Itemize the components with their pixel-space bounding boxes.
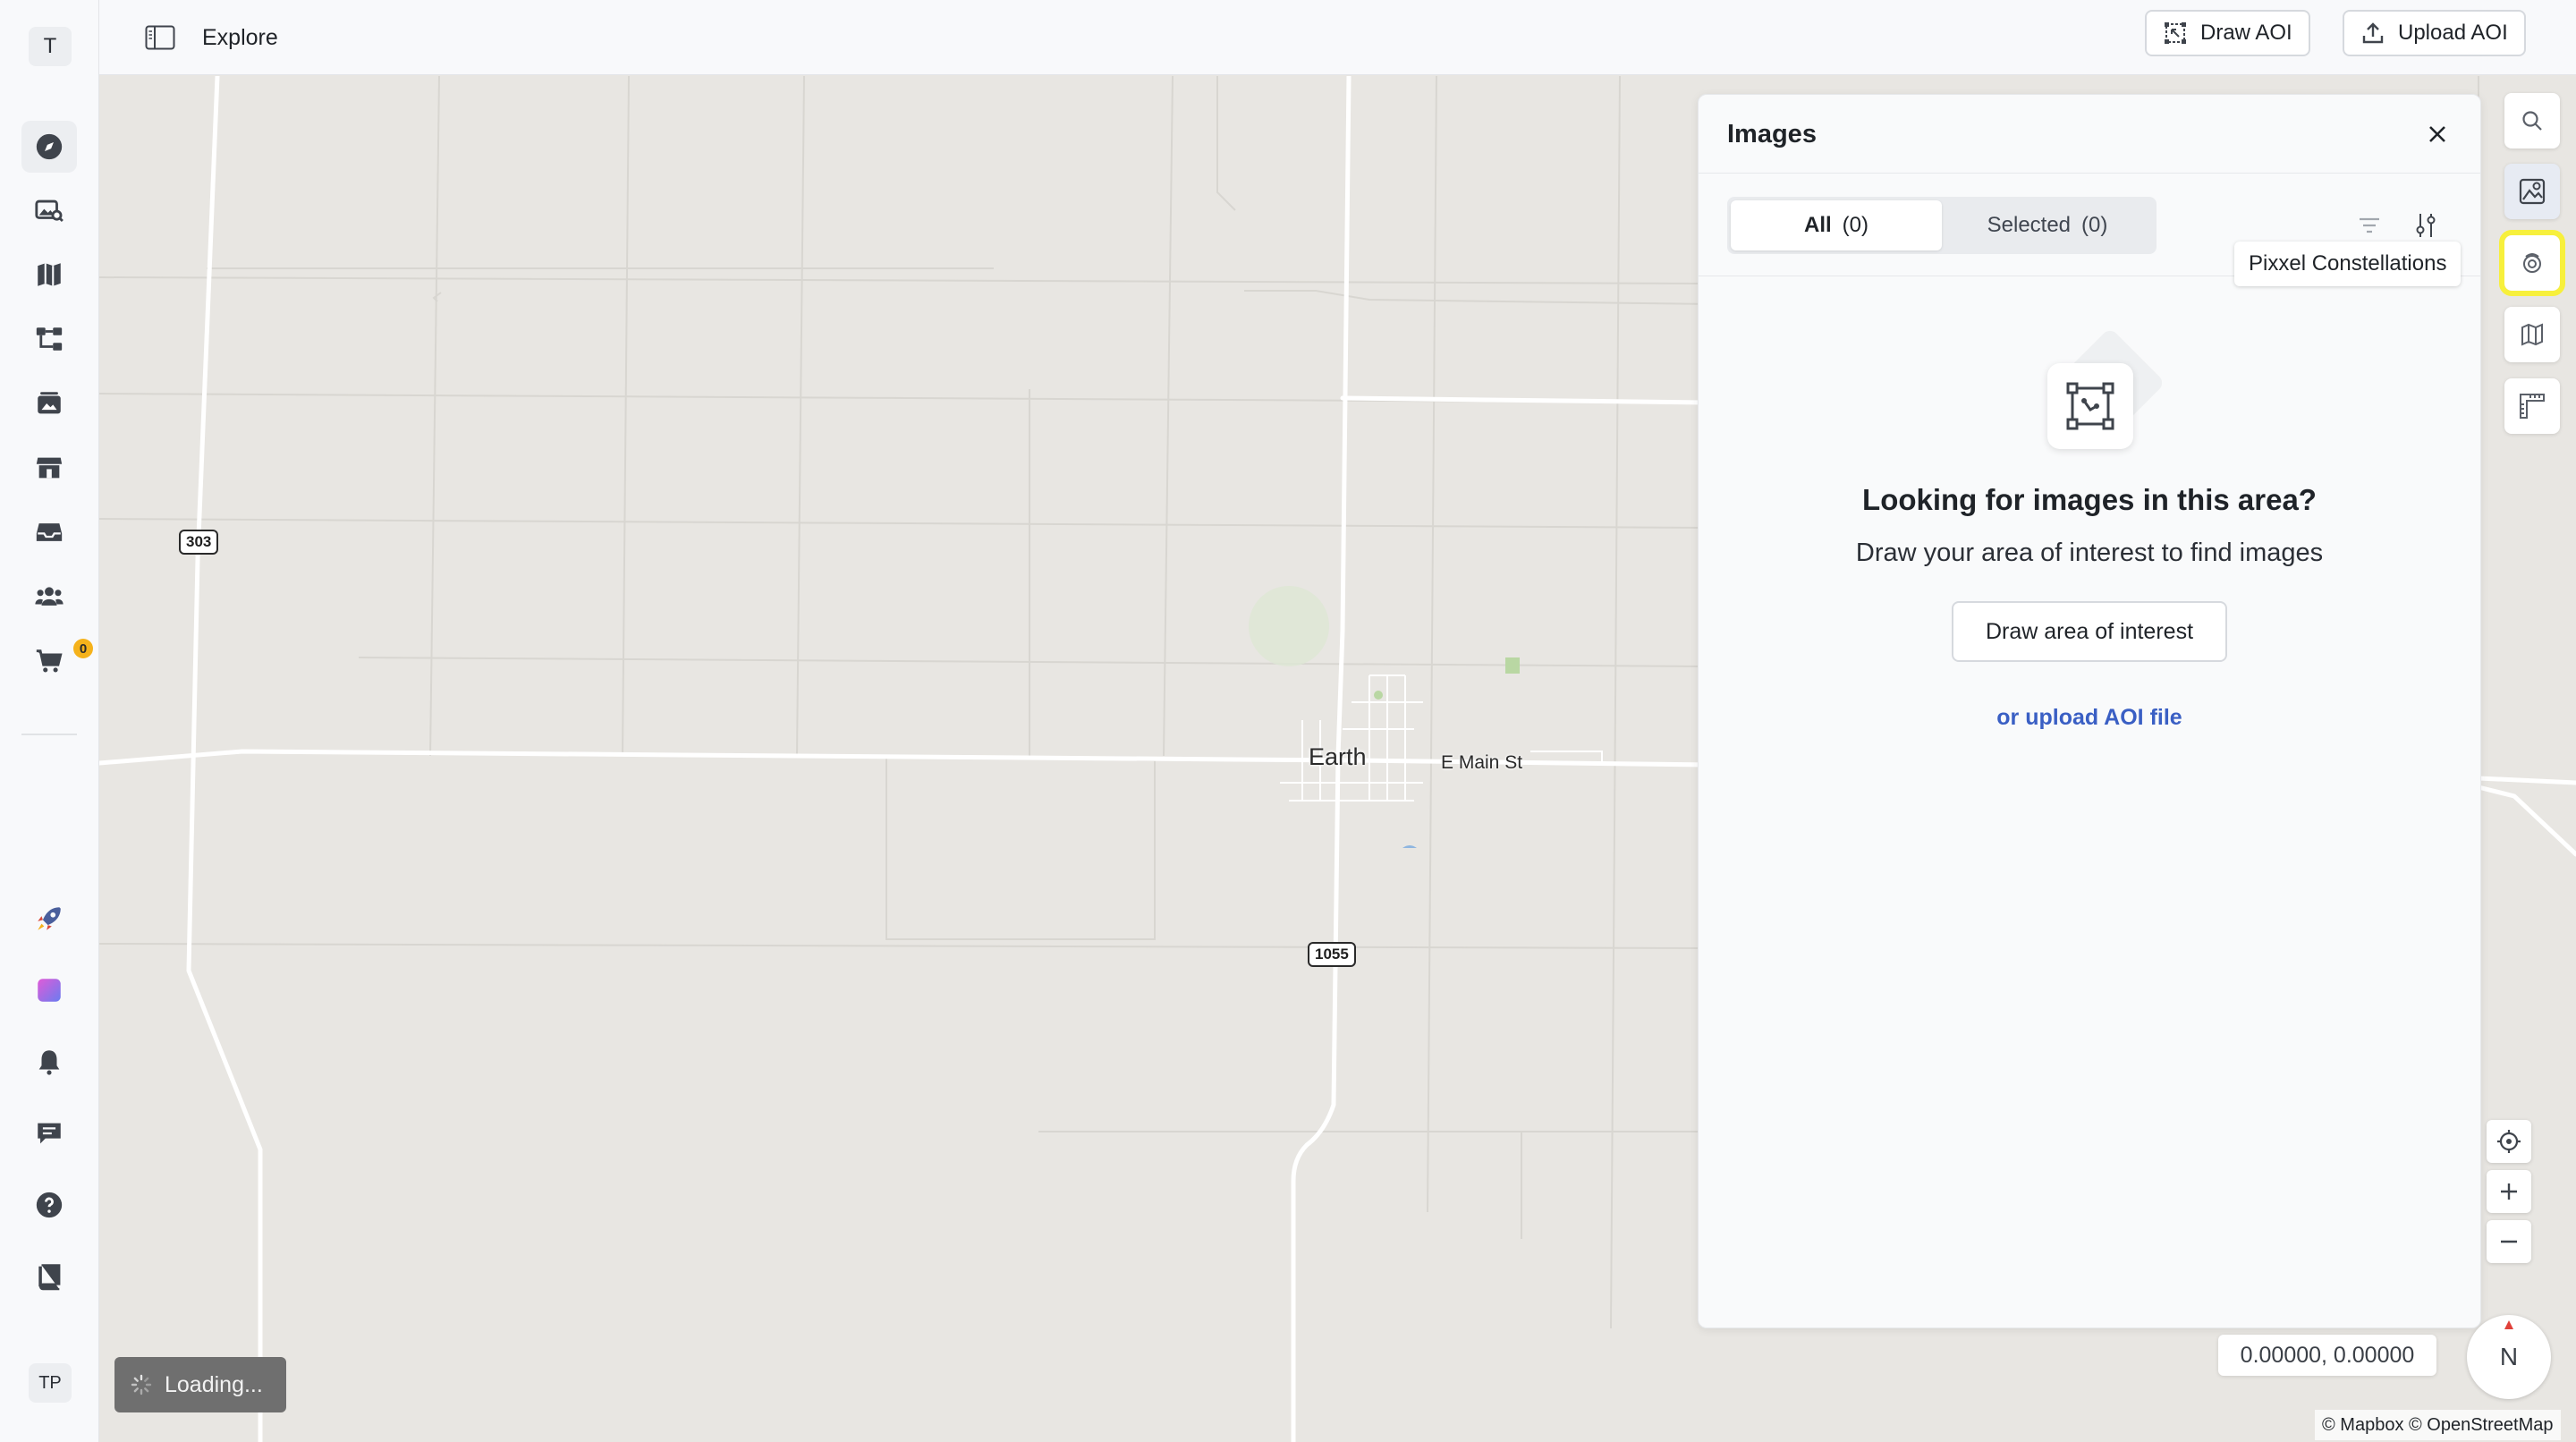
zoom-out-button[interactable] [2487, 1220, 2531, 1263]
road-shield-303: 303 [179, 530, 219, 555]
nav-maps[interactable] [21, 249, 77, 301]
draw-aoi-label: Draw AOI [2200, 21, 2292, 45]
nav-inbox[interactable] [21, 506, 77, 558]
chat-icon [38, 1123, 61, 1144]
nav-cart[interactable]: 0 [21, 635, 93, 687]
workspace-avatar-initial: T [43, 34, 57, 58]
map-layers-button[interactable] [2504, 307, 2560, 362]
empty-state-heading: Looking for images in this area? [1862, 483, 2317, 516]
close-panel-button[interactable] [2421, 118, 2453, 150]
map-layers-icon [2521, 323, 2543, 346]
nav-imagery[interactable] [21, 184, 77, 236]
road-shield-1055: 1055 [1308, 942, 1356, 967]
images-tabs: All (0) Selected (0) [1727, 197, 2157, 254]
filter-sliders-icon [2416, 214, 2436, 237]
map-attribution[interactable]: © Mapbox © OpenStreetMap [2315, 1410, 2561, 1440]
draw-aoi-icon [2165, 22, 2186, 44]
spinner-icon [131, 1374, 152, 1395]
help-icon [36, 1192, 63, 1218]
images-panel-header: Images [1699, 95, 2480, 174]
zoom-in-button[interactable] [2487, 1170, 2531, 1213]
workflow-icon [36, 327, 63, 351]
left-navigation: T 0 TP [0, 0, 99, 1442]
nav-gallery[interactable] [21, 377, 77, 429]
image-search-icon [35, 199, 64, 223]
image-layers-button[interactable] [2504, 164, 2560, 219]
empty-state-subtext: Draw your area of interest to find image… [1855, 539, 2324, 567]
upload-aoi-button[interactable]: Upload AOI [2343, 10, 2526, 56]
cart-count-badge: 0 [73, 639, 93, 658]
locate-me-button[interactable] [2487, 1120, 2531, 1163]
tab-all-count: (0) [1842, 213, 1868, 237]
crosshair-icon [2497, 1130, 2521, 1153]
top-bar: Explore Draw AOI Upload AOI [99, 0, 2576, 75]
draw-area-of-interest-button[interactable]: Draw area of interest [1952, 601, 2227, 662]
search-icon [2522, 111, 2542, 131]
nav-team[interactable] [21, 571, 77, 623]
page-title: Explore [202, 25, 278, 50]
app-tile-icon [38, 979, 61, 1002]
cursor-coordinates: 0.00000, 0.00000 [2218, 1335, 2436, 1376]
plus-icon [2501, 1183, 2517, 1200]
images-panel-title: Images [1727, 120, 1817, 148]
user-avatar-initials: TP [38, 1372, 62, 1393]
cart-icon [36, 649, 63, 673]
user-avatar[interactable]: TP [29, 1363, 72, 1403]
place-label-earth: Earth [1309, 743, 1367, 770]
gallery-icon [38, 392, 61, 414]
tab-selected[interactable]: Selected (0) [1942, 200, 2153, 250]
constellations-tooltip: Pixxel Constellations [2234, 242, 2462, 286]
nav-notifications[interactable] [21, 1036, 77, 1088]
bell-icon [38, 1050, 60, 1075]
map-search-button[interactable] [2504, 93, 2560, 148]
aoi-frame-icon [2047, 363, 2133, 449]
constellation-icon [2523, 253, 2541, 273]
nav-explore[interactable] [21, 121, 77, 173]
nav-store[interactable] [21, 442, 77, 494]
filter-button[interactable] [2408, 208, 2444, 243]
upload-aoi-label: Upload AOI [2398, 21, 2508, 45]
upload-icon [2362, 22, 2384, 44]
compass-north-label: N [2499, 1343, 2519, 1370]
upload-aoi-file-link[interactable]: or upload AOI file [1699, 705, 2480, 731]
pixxel-constellations-button[interactable] [2499, 230, 2565, 296]
team-icon [35, 587, 64, 606]
nav-help[interactable] [21, 1179, 77, 1231]
rocket-icon [38, 907, 61, 930]
sidebar-toggle-icon [145, 25, 175, 50]
inbox-icon [36, 523, 63, 541]
nav-feedback[interactable] [21, 1107, 77, 1159]
map-icon [38, 263, 61, 286]
nav-apps[interactable] [21, 964, 77, 1016]
sort-button[interactable] [2351, 208, 2387, 243]
empty-state-illustration [2047, 327, 2166, 449]
nav-launch[interactable] [21, 893, 77, 945]
book-icon [38, 1264, 61, 1291]
close-icon [2429, 126, 2445, 142]
loading-indicator: Loading... [114, 1357, 286, 1412]
store-icon [36, 457, 63, 479]
sidebar-toggle-button[interactable] [142, 20, 178, 55]
tab-selected-count: (0) [2081, 213, 2108, 237]
ruler-icon [2520, 394, 2545, 419]
image-layers-icon [2519, 178, 2546, 205]
nav-docs[interactable] [21, 1251, 77, 1302]
draw-aoi-button[interactable]: Draw AOI [2145, 10, 2310, 56]
street-label-main: E Main St [1441, 752, 1523, 773]
compass-button[interactable]: N [2467, 1315, 2551, 1399]
sort-icon [2360, 217, 2379, 233]
compass-icon [36, 133, 63, 160]
measure-button[interactable] [2504, 378, 2560, 434]
nav-divider [21, 734, 77, 735]
nav-workflows[interactable] [21, 313, 77, 365]
loading-text: Loading... [165, 1371, 263, 1397]
minus-icon [2501, 1240, 2517, 1243]
tab-selected-label: Selected [1987, 213, 2072, 237]
workspace-avatar[interactable]: T [29, 27, 72, 66]
tab-all-label: All [1803, 213, 1832, 237]
tab-all[interactable]: All (0) [1731, 200, 1942, 250]
